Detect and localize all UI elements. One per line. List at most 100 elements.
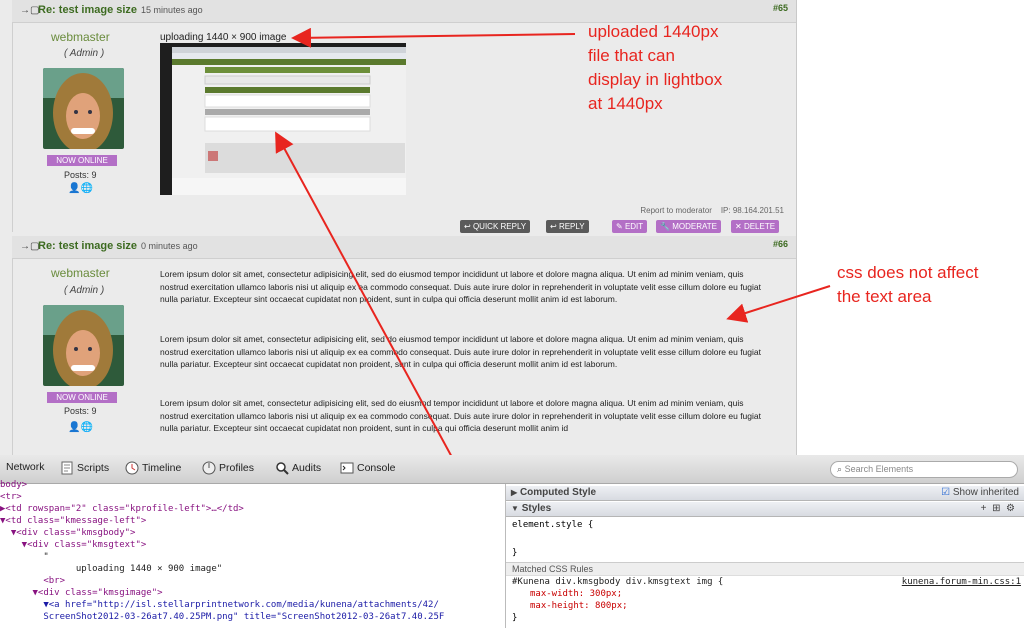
add-rule-icon[interactable]: + [981,503,987,514]
screenshot-image [172,47,406,195]
computed-style-header[interactable]: ▶ Computed Style ☑ Show inherited [506,486,1024,501]
post-subject-text[interactable]: Re: test image size [38,240,137,252]
username[interactable]: webmaster [51,30,110,44]
tab-label: Audits [292,461,322,474]
toggle-element-state-icon[interactable]: ⊞ [992,503,1000,514]
annotation-line: at 1440px [588,94,663,113]
dom-line[interactable]: ▼<div class="kmsgimage"> [0,587,163,599]
user-icon[interactable]: 👤 [68,183,80,194]
moderate-button[interactable]: 🔧 MODERATE [656,220,721,233]
globe-icon[interactable]: 🌐 [80,183,92,194]
post-divider [12,258,13,455]
annotation-line: display in lightbox [588,70,723,89]
annotation-line: file that can [588,46,675,65]
avatar-image [43,305,124,386]
dom-line[interactable]: ScreenShot2012-03-26at7.40.25PM.png" tit… [0,611,444,623]
post-subject-text[interactable]: Re: test image size [38,4,137,16]
rule-close: } [512,613,518,623]
rule-selector[interactable]: #Kunena div.kmsgbody div.kmsgtext img { [512,577,723,587]
tab-network[interactable]: Network [6,461,45,473]
post-number[interactable]: #65 [773,3,788,13]
tab-timeline[interactable]: Timeline [125,461,181,475]
dom-line[interactable]: <tr> [0,491,22,503]
quick-reply-button[interactable]: ↩ QUICK REPLY [460,220,531,233]
dom-line[interactable]: ▼<a href="http://isl.stellarprintnetwork… [0,599,439,611]
online-badge: NOW ONLINE [47,392,117,403]
attachment-thumbnail[interactable] [160,43,406,195]
dom-tree[interactable]: body> <tr> ▶<td rowspan="2" class="kprof… [0,480,505,628]
dom-line[interactable]: uploading 1440 × 900 image" [0,563,222,575]
globe-icon[interactable]: 🌐 [80,422,92,433]
tab-console[interactable]: Console [340,461,396,475]
topic-icon: →▢ [20,241,40,252]
username[interactable]: webmaster [51,266,110,280]
rule-source-link[interactable]: kunena.forum-min.css:1 [902,577,1021,587]
tab-scripts[interactable]: Scripts [60,461,109,475]
user-icon[interactable]: 👤 [68,422,80,433]
dom-line[interactable]: body> [0,479,27,491]
moderate-label: MODERATE [672,222,717,231]
avatar[interactable] [43,305,124,386]
gear-icon[interactable]: ⚙ [1006,503,1015,514]
devtools-panel: Network Scripts Timeline Profiles Audits… [0,455,1024,628]
search-input[interactable]: ⌕ Search Elements [830,461,1018,478]
reply-button[interactable]: ↩ REPLY [546,220,589,233]
styles-header[interactable]: ▼ Styles + ⊞ ⚙ [506,502,1024,517]
report-link[interactable]: Report to moderator [640,206,712,215]
edit-label: EDIT [624,222,644,231]
post-divider [12,22,13,232]
tab-label: Console [357,461,396,474]
annotation-css: css does not affect the text area [837,261,978,309]
element-style-rule[interactable]: element.style { [512,520,593,530]
tab-profiles[interactable]: Profiles [202,461,254,475]
avatar[interactable] [43,68,124,149]
post-subject[interactable]: Re: test image size 0 minutes ago [38,240,198,252]
computed-style-label: Computed Style [519,487,597,498]
profiles-icon [202,461,216,475]
online-badge: NOW ONLINE [47,155,117,166]
rule-property[interactable]: max-height: 800px; [530,601,628,611]
audits-icon [275,461,289,475]
dom-line[interactable]: ▼<div class="kmsgbody"> [0,527,136,539]
search-placeholder: Search Elements [844,464,914,474]
show-inherited-label: Show inherited [952,487,1019,498]
message-paragraph: Lorem ipsum dolor sit amet, consectetur … [160,398,761,433]
reply-label: REPLY [558,222,585,231]
ip-address: IP: 98.164.201.51 [720,206,784,215]
user-icons: 👤🌐 [68,183,93,194]
annotation-uploaded: uploaded 1440px file that can display in… [588,20,722,116]
post-number[interactable]: #66 [773,239,788,249]
dom-line[interactable]: ▶<td rowspan="2" class="kprofile-left">…… [0,503,244,515]
dom-line[interactable]: ▼<td class="kmessage-left"> [0,515,146,527]
dom-line[interactable]: " [0,551,48,563]
user-icons: 👤🌐 [68,422,93,433]
element-style-close: } [512,548,518,558]
tab-label: Network [6,461,45,473]
message-paragraph: Lorem ipsum dolor sit amet, consectetur … [160,334,761,369]
styles-label: Styles [521,503,552,514]
show-inherited-toggle[interactable]: ☑ Show inherited [941,486,1019,500]
checkbox-checked-icon[interactable]: ☑ [941,487,950,498]
message-paragraph: Lorem ipsum dolor sit amet, consectetur … [160,269,761,304]
topic-icon: →▢ [20,5,40,16]
annotation-line: css does not affect [837,263,979,282]
dom-line[interactable]: ▼<div class="kmsgtext"> [0,539,147,551]
dom-line[interactable]: <br> [0,575,65,587]
disclosure-right-icon: ▶ [511,488,518,497]
styles-toolbar: + ⊞ ⚙ [981,502,1015,516]
post-subject[interactable]: Re: test image size 15 minutes ago [38,4,203,16]
post-time: 15 minutes ago [141,5,203,15]
styles-sidebar: ▶ Computed Style ☑ Show inherited ▼ Styl… [505,484,1024,628]
tab-audits[interactable]: Audits [275,461,321,475]
timeline-icon [125,461,139,475]
delete-button[interactable]: ✕ DELETE [731,220,780,233]
avatar-image [43,68,124,149]
devtools-toolbar: Network Scripts Timeline Profiles Audits… [0,455,1024,484]
user-role: ( Admin ) [64,48,105,59]
search-icon: ⌕ [837,464,843,474]
tab-label: Profiles [219,461,255,474]
rule-property[interactable]: max-width: 300px; [530,589,622,599]
report-line: Report to moderator IP: 98.164.201.51 [640,206,784,215]
annotation-line: the text area [837,287,932,306]
edit-button[interactable]: ✎ EDIT [612,220,648,233]
